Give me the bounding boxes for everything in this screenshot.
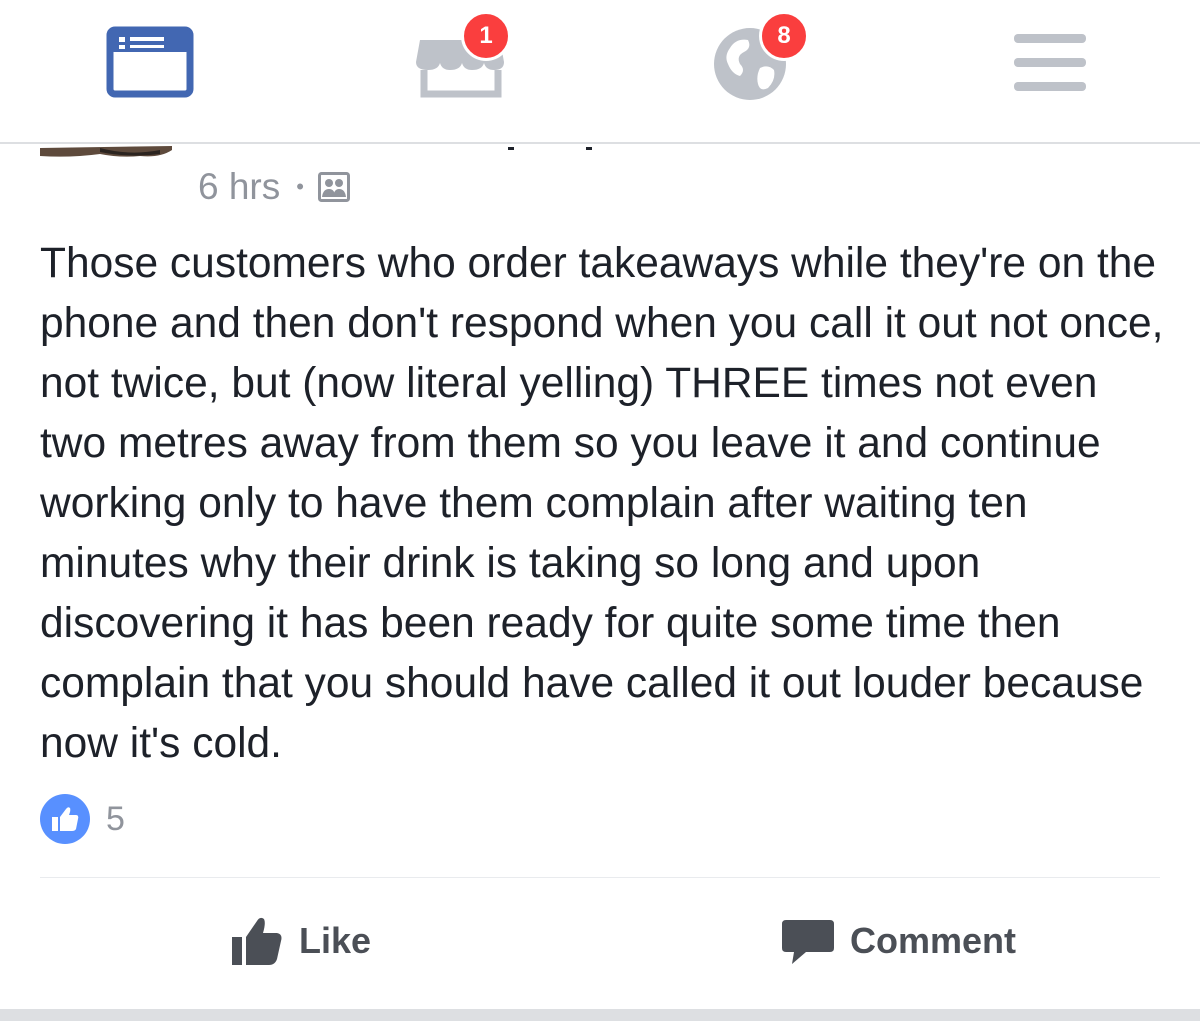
top-navigation-bar: 1 8 (0, 0, 1200, 144)
reactions-summary[interactable]: 5 (40, 794, 125, 844)
tab-news-feed[interactable] (104, 18, 196, 108)
friends-privacy-icon[interactable] (317, 172, 350, 202)
hamburger-menu-icon (1014, 34, 1086, 91)
marketplace-badge: 1 (461, 11, 511, 61)
like-button[interactable]: Like (229, 908, 371, 974)
post-body-text: Those customers who order takeaways whil… (40, 240, 1164, 767)
author-avatar[interactable] (40, 145, 172, 157)
tab-menu[interactable] (1008, 18, 1092, 108)
author-name-fragment (508, 147, 514, 150)
actions-divider (40, 877, 1160, 878)
reaction-count: 5 (106, 799, 125, 838)
notifications-badge: 8 (759, 11, 809, 61)
meta-separator: • (296, 174, 304, 199)
feed-separator (0, 1009, 1200, 1021)
comment-label: Comment (850, 920, 1017, 961)
comment-icon (782, 920, 834, 964)
post-timestamp[interactable]: 6 hrs (198, 166, 280, 208)
author-name-fragment (586, 147, 592, 150)
comment-button[interactable]: Comment (780, 908, 1016, 974)
like-label: Like (299, 920, 372, 961)
like-reaction-icon (40, 794, 90, 844)
thumbs-up-icon (232, 917, 282, 965)
news-feed-icon (106, 26, 194, 98)
post-meta: 6 hrs • (198, 165, 350, 209)
